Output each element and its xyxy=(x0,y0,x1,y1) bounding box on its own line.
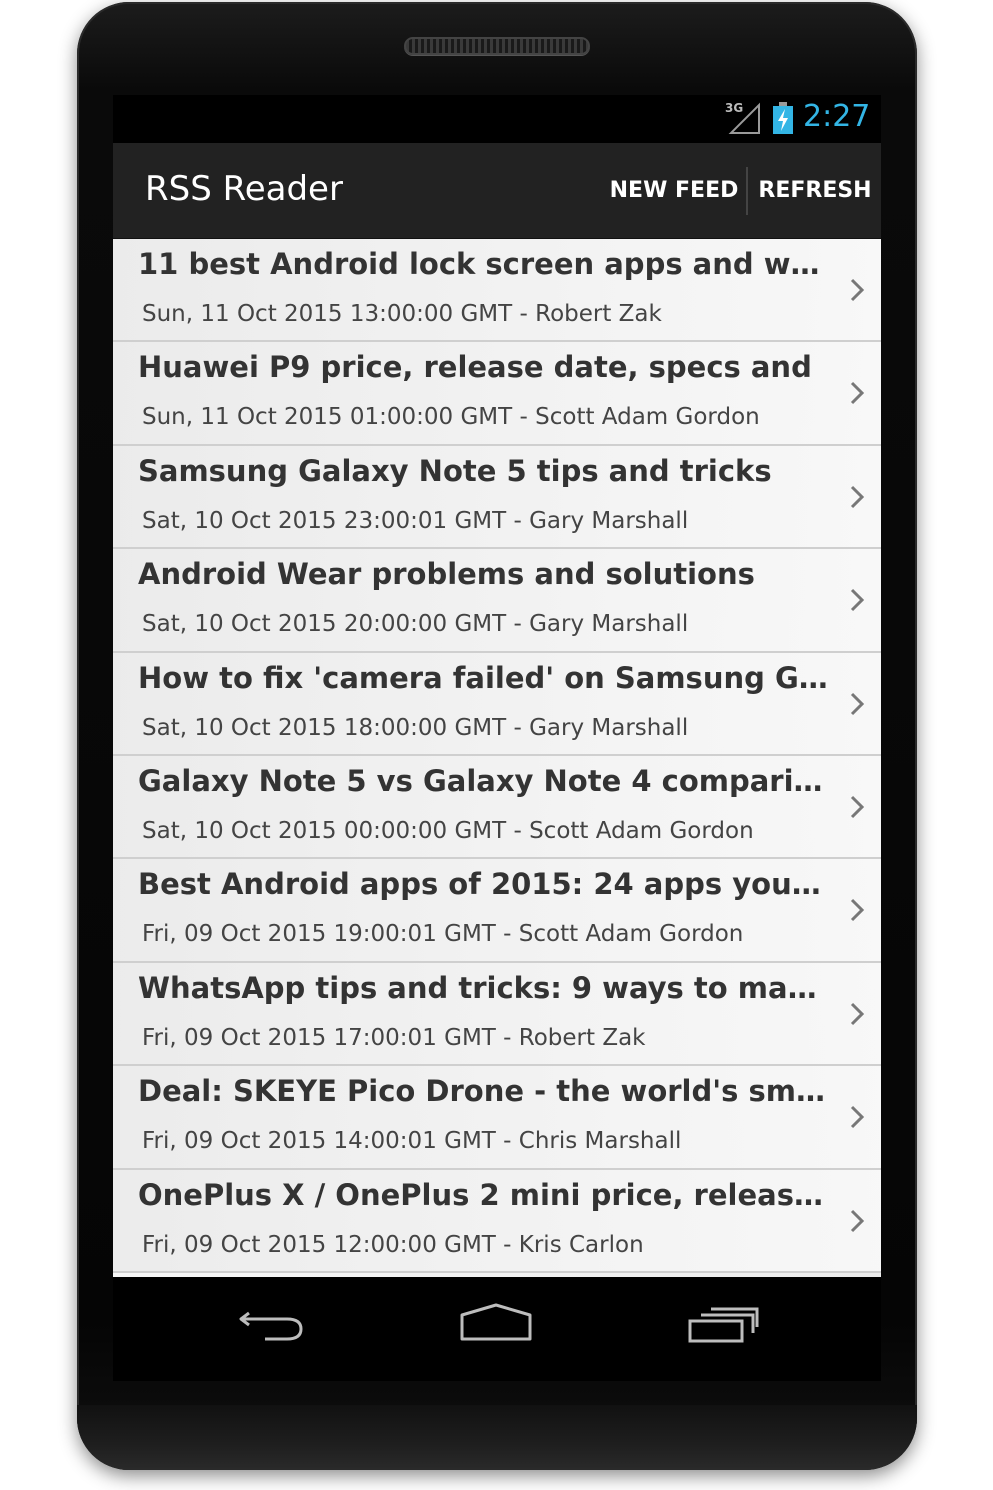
chevron-right-icon xyxy=(850,1106,865,1129)
feed-item-meta: Fri, 09 Oct 2015 19:00:01 GMT - Scott Ad… xyxy=(142,921,744,948)
feed-item-meta: Sat, 10 Oct 2015 18:00:00 GMT - Gary Mar… xyxy=(142,714,689,741)
feed-item[interactable]: Android Wear problems and solutions Sat, … xyxy=(113,549,881,653)
feed-item-title: 11 best Android lock screen apps and wid… xyxy=(138,247,828,281)
chevron-right-icon xyxy=(850,1209,865,1232)
chevron-right-icon xyxy=(850,382,865,405)
feed-item-title: Android Wear problems and solutions xyxy=(138,557,755,592)
feed-item-meta: Sat, 10 Oct 2015 20:00:00 GMT - Gary Mar… xyxy=(142,611,689,638)
feed-item[interactable]: Best Android apps of 2015: 24 apps you m… xyxy=(113,859,881,963)
feed-item-meta: Sun, 11 Oct 2015 01:00:00 GMT - Scott Ad… xyxy=(142,404,760,431)
recents-icon[interactable] xyxy=(687,1301,759,1351)
feed-item-meta: Fri, 09 Oct 2015 14:00:01 GMT - Chris Ma… xyxy=(142,1128,682,1155)
feed-item[interactable]: Galaxy Note 5 vs Galaxy Note 4 compariso… xyxy=(113,756,881,860)
action-divider xyxy=(746,167,748,215)
chevron-right-icon xyxy=(850,692,865,715)
new-feed-button[interactable]: NEW FEED xyxy=(605,143,743,239)
chevron-right-icon xyxy=(850,589,865,612)
feed-item-meta: Sat, 10 Oct 2015 00:00:00 GMT - Scott Ad… xyxy=(142,818,754,844)
refresh-button[interactable]: REFRESH xyxy=(749,143,881,239)
chevron-right-icon xyxy=(850,899,865,922)
feed-item-title: Galaxy Note 5 vs Galaxy Note 4 compariso… xyxy=(138,764,828,798)
feed-item-title: Samsung Galaxy Note 5 tips and tricks xyxy=(138,453,772,488)
chevron-right-icon xyxy=(850,485,865,508)
feed-list: 11 best Android lock screen apps and wid… xyxy=(113,239,881,1277)
feed-item[interactable]: How to fix 'camera failed' on Samsung Ga… xyxy=(113,652,881,756)
feed-item-title: WhatsApp tips and tricks: 9 ways to mast… xyxy=(138,970,828,1005)
feed-item-title: Deal: SKEYE Pico Drone - the world's sma… xyxy=(138,1074,828,1109)
speaker-grille xyxy=(404,37,590,55)
feed-item[interactable]: 11 best Android lock screen apps and wid… xyxy=(113,239,881,343)
status-bar: 3G 2:27 xyxy=(113,95,881,143)
navigation-bar xyxy=(113,1277,881,1381)
phone-chin xyxy=(77,1405,917,1470)
app-title: RSS Reader xyxy=(145,169,343,209)
signal-3g-icon xyxy=(728,102,760,134)
feed-item[interactable]: WhatsApp tips and tricks: 9 ways to mast… xyxy=(113,962,881,1067)
battery-charging-icon xyxy=(773,102,793,134)
feed-item-title: OnePlus X / OnePlus 2 mini price, releas… xyxy=(138,1177,828,1212)
back-icon[interactable] xyxy=(235,1301,307,1351)
feed-item-meta: Sun, 11 Oct 2015 13:00:00 GMT - Robert Z… xyxy=(142,301,662,327)
chevron-right-icon xyxy=(850,1002,865,1025)
feed-item-meta: Fri, 09 Oct 2015 17:00:01 GMT - Robert Z… xyxy=(142,1024,646,1051)
feed-item[interactable]: Samsung Galaxy Note 5 tips and tricks Sat… xyxy=(113,445,881,550)
action-bar: RSS Reader NEW FEED REFRESH xyxy=(113,143,881,239)
feed-item-title: Best Android apps of 2015: 24 apps you m… xyxy=(138,867,828,902)
chevron-right-icon xyxy=(850,278,865,302)
screen: 3G 2:27 RSS Reader NEW FEED REFRESH 11 b… xyxy=(113,95,881,1277)
feed-item-meta: Fri, 09 Oct 2015 12:00:00 GMT - Kris Car… xyxy=(142,1231,644,1258)
clock: 2:27 xyxy=(803,99,871,134)
feed-item-title: Huawei P9 price, release date, specs and xyxy=(138,350,812,385)
feed-item[interactable]: Deal: SKEYE Pico Drone - the world's sma… xyxy=(113,1066,881,1170)
feed-item-meta: Sat, 10 Oct 2015 23:00:01 GMT - Gary Mar… xyxy=(142,507,689,534)
feed-item[interactable]: Huawei P9 price, release date, specs and… xyxy=(113,342,881,446)
feed-item-title: How to fix 'camera failed' on Samsung Ga… xyxy=(138,660,828,695)
home-icon[interactable] xyxy=(458,1301,534,1351)
feed-item[interactable]: OnePlus X / OnePlus 2 mini price, releas… xyxy=(113,1169,881,1273)
chevron-right-icon xyxy=(850,795,865,819)
